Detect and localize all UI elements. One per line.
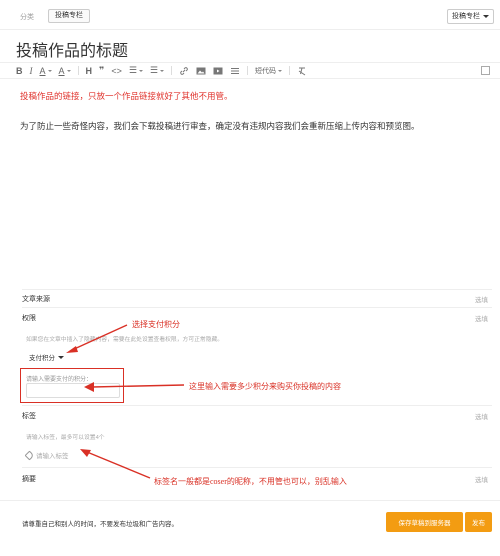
shortcode-label: 短代码	[255, 67, 276, 75]
category-label[interactable]: 分类	[20, 12, 34, 22]
clear-format-icon[interactable]	[297, 64, 307, 77]
image-icon[interactable]	[196, 64, 206, 77]
summary-optional: 选填	[475, 477, 488, 484]
highlight-button[interactable]: A	[59, 64, 71, 77]
font-color-button[interactable]: A	[40, 64, 52, 77]
toolbar-divider	[171, 66, 172, 75]
list-icon: ☰	[128, 65, 137, 75]
column-select[interactable]: 投稿专栏	[447, 9, 494, 24]
bold-button[interactable]: B	[16, 64, 23, 77]
fullscreen-icon[interactable]	[481, 66, 490, 75]
pay-annotation: 选择支付积分	[132, 320, 180, 329]
divider	[22, 405, 492, 406]
tags-optional: 选填	[475, 414, 488, 421]
points-annotation: 这里输入需要多少积分来购买你投稿的内容	[189, 382, 341, 391]
toolbar-divider	[77, 66, 79, 75]
toolbar-divider	[289, 66, 290, 75]
permission-optional: 选填	[475, 316, 488, 323]
chevron-down-icon	[47, 69, 52, 72]
chevron-down-icon	[58, 355, 64, 359]
quote-icon[interactable]: ❞	[99, 64, 104, 77]
chevron-down-icon	[278, 69, 282, 72]
tags-hint: 请输入标签，最多可以设置4个	[26, 435, 105, 441]
permission-label: 权限	[22, 315, 36, 322]
post-title-input[interactable]: 投稿作品的标题	[16, 37, 128, 61]
source-label: 文章来源	[22, 296, 50, 303]
heading-button[interactable]: H	[86, 64, 93, 77]
link-icon[interactable]	[179, 64, 189, 77]
save-draft-button[interactable]: 保存草稿到服务器	[386, 512, 463, 532]
column-select-value: 投稿专栏	[452, 13, 480, 20]
chevron-down-icon	[160, 69, 164, 72]
ordered-list-icon: ☰	[149, 65, 158, 75]
publish-button[interactable]: 发布	[465, 512, 492, 532]
video-icon[interactable]	[213, 64, 223, 77]
source-row[interactable]: 文章来源 选填	[22, 294, 492, 304]
editor-line-link-hint: 投稿作品的链接，只放一个作品链接就好了其他不用管。	[20, 91, 233, 101]
category-tag[interactable]: 投稿专栏	[48, 9, 90, 23]
shortcode-button[interactable]: 短代码	[255, 64, 282, 77]
chevron-down-icon	[483, 15, 489, 18]
tags-row: 标签 选填	[22, 411, 492, 421]
ordered-list-button[interactable]: ☰	[150, 64, 164, 77]
toolbar-divider	[247, 66, 248, 75]
tags-label: 标签	[22, 413, 36, 420]
points-annotation-box	[20, 368, 124, 403]
chevron-down-icon	[66, 69, 71, 72]
permission-row[interactable]: 权限 选填	[22, 313, 492, 323]
unordered-list-button[interactable]: ☰	[129, 64, 143, 77]
top-bar: 分类 投稿专栏 投稿专栏	[0, 0, 500, 30]
italic-button[interactable]: I	[30, 64, 33, 77]
tag-icon	[24, 450, 35, 460]
source-optional: 选填	[475, 297, 488, 304]
pay-points-select[interactable]: 支付积分	[26, 351, 76, 363]
font-color-icon: A	[39, 65, 46, 76]
tag-input-placeholder: 请输入标签	[36, 453, 69, 460]
permission-hint: 如果您在文章中插入了隐藏内容，需要在此处设置查看权限，方可正常隐藏。	[26, 337, 224, 343]
divider	[22, 467, 492, 468]
tag-input[interactable]: 请输入标签	[24, 450, 69, 460]
divider	[22, 307, 492, 308]
editor-line-review-note: 为了防止一些奇怪内容，我们会下载投稿进行审查，确定没有违规内容我们会重新压缩上传…	[20, 121, 420, 131]
footer-notice: 请尊重自己和别人的时间，不要发布垃圾和广告内容。	[22, 521, 178, 528]
footer-bar: 请尊重自己和别人的时间，不要发布垃圾和广告内容。 保存草稿到服务器 发布	[0, 500, 500, 544]
tags-annotation: 标签名一般都是coser的昵称，不用管也可以，别乱输入	[154, 477, 347, 486]
editor-content[interactable]: 投稿作品的链接，只放一个作品链接就好了其他不用管。 为了防止一些奇怪内容，我们会…	[20, 90, 490, 132]
highlight-icon: A	[58, 65, 65, 76]
chevron-down-icon	[138, 69, 143, 72]
code-icon[interactable]: <>	[111, 64, 122, 77]
divider-icon[interactable]	[230, 64, 240, 77]
editor-toolbar: B I A A H ❞ <> ☰ ☰ 短代码	[0, 62, 500, 79]
summary-label: 摘要	[22, 476, 36, 483]
pay-points-value: 支付积分	[29, 355, 55, 362]
